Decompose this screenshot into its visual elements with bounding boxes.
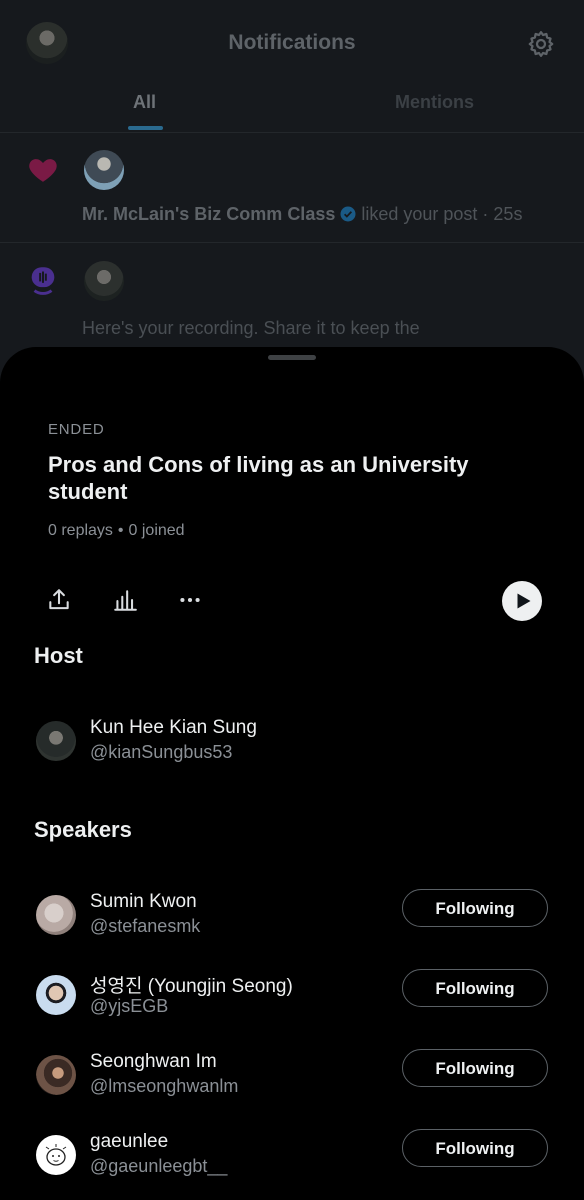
space-bottom-sheet: ENDED Pros and Cons of living as an Univ… xyxy=(0,347,584,1200)
speaker-row[interactable]: Sumin Kwon @stefanesmk Following xyxy=(0,879,584,949)
play-icon xyxy=(517,593,531,609)
following-button[interactable]: Following xyxy=(402,969,548,1007)
person-name: gaeunlee xyxy=(90,1131,169,1152)
sheet-grabber[interactable] xyxy=(268,355,316,360)
notification-recording[interactable]: Here's your recording. Share it to keep … xyxy=(0,243,584,363)
notification-text: Mr. McLain's Biz Comm Class liked your po… xyxy=(82,204,523,224)
heart-icon xyxy=(29,159,57,182)
tab-all[interactable]: All xyxy=(133,92,156,113)
person-handle: @stefanesmk xyxy=(90,916,201,936)
person-name: Seonghwan Im xyxy=(90,1051,217,1072)
person-handle: @kianSungbus53 xyxy=(90,742,233,762)
avatar[interactable] xyxy=(36,1055,76,1095)
joined-count: 0 joined xyxy=(128,522,185,539)
share-icon[interactable] xyxy=(46,587,72,613)
avatar[interactable] xyxy=(36,1135,76,1175)
host-heading: Host xyxy=(34,643,83,668)
avatar[interactable] xyxy=(36,895,76,935)
person-name: 성영진 (Youngjin Seong) xyxy=(90,976,293,997)
play-recording-button[interactable] xyxy=(502,581,542,621)
analytics-icon[interactable] xyxy=(112,587,138,613)
notification-like[interactable]: Mr. McLain's Biz Comm Class liked your po… xyxy=(0,132,584,243)
settings-gear-icon[interactable] xyxy=(526,29,556,59)
user-avatar[interactable] xyxy=(84,261,124,301)
person-handle: @gaeunleegbt__ xyxy=(90,1156,228,1176)
user-avatar[interactable] xyxy=(84,150,124,190)
active-tab-indicator xyxy=(128,126,163,130)
notifications-page: Notifications All Mentions Mr. McLain's … xyxy=(0,0,584,400)
space-actions xyxy=(0,577,584,627)
more-icon[interactable] xyxy=(177,587,203,613)
person-name: Kun Hee Kian Sung xyxy=(90,717,257,738)
space-title: Pros and Cons of living as an University… xyxy=(48,452,469,504)
cartoon-avatar-icon xyxy=(45,1144,67,1166)
speaker-row[interactable]: 성영진 (Youngjin Seong) @yjsEGB Following xyxy=(0,959,584,1029)
host-row[interactable]: Kun Hee Kian Sung @kianSungbus53 xyxy=(0,705,584,775)
person-name: Sumin Kwon xyxy=(90,891,197,912)
speaker-row[interactable]: Seonghwan Im @lmseonghwanlm Following xyxy=(0,1039,584,1109)
verified-badge-icon xyxy=(340,206,356,222)
notification-text: Here's your recording. Share it to keep … xyxy=(82,318,420,338)
following-button[interactable]: Following xyxy=(402,1049,548,1087)
speakers-heading: Speakers xyxy=(34,817,132,842)
following-button[interactable]: Following xyxy=(402,1129,548,1167)
notification-time: 25s xyxy=(493,204,523,224)
space-status: ENDED xyxy=(48,421,105,438)
avatar[interactable] xyxy=(36,721,76,761)
tab-mentions[interactable]: Mentions xyxy=(395,92,474,113)
space-meta: 0 replays • 0 joined xyxy=(48,522,185,540)
notification-tabs: All Mentions xyxy=(0,86,584,133)
page-title: Notifications xyxy=(228,31,356,54)
person-handle: @yjsEGB xyxy=(90,996,169,1016)
microphone-icon xyxy=(31,267,55,295)
speaker-row[interactable]: gaeunlee @gaeunleegbt__ Following xyxy=(0,1119,584,1189)
following-button[interactable]: Following xyxy=(402,889,548,927)
notification-user[interactable]: Mr. McLain's Biz Comm Class xyxy=(82,204,335,224)
person-handle: @lmseonghwanlm xyxy=(90,1076,239,1096)
notification-action: liked your post xyxy=(361,204,478,224)
meta-separator: • xyxy=(117,522,124,539)
avatar[interactable] xyxy=(36,975,76,1015)
replays-count: 0 replays xyxy=(48,522,113,539)
top-bar: Notifications xyxy=(0,0,584,86)
